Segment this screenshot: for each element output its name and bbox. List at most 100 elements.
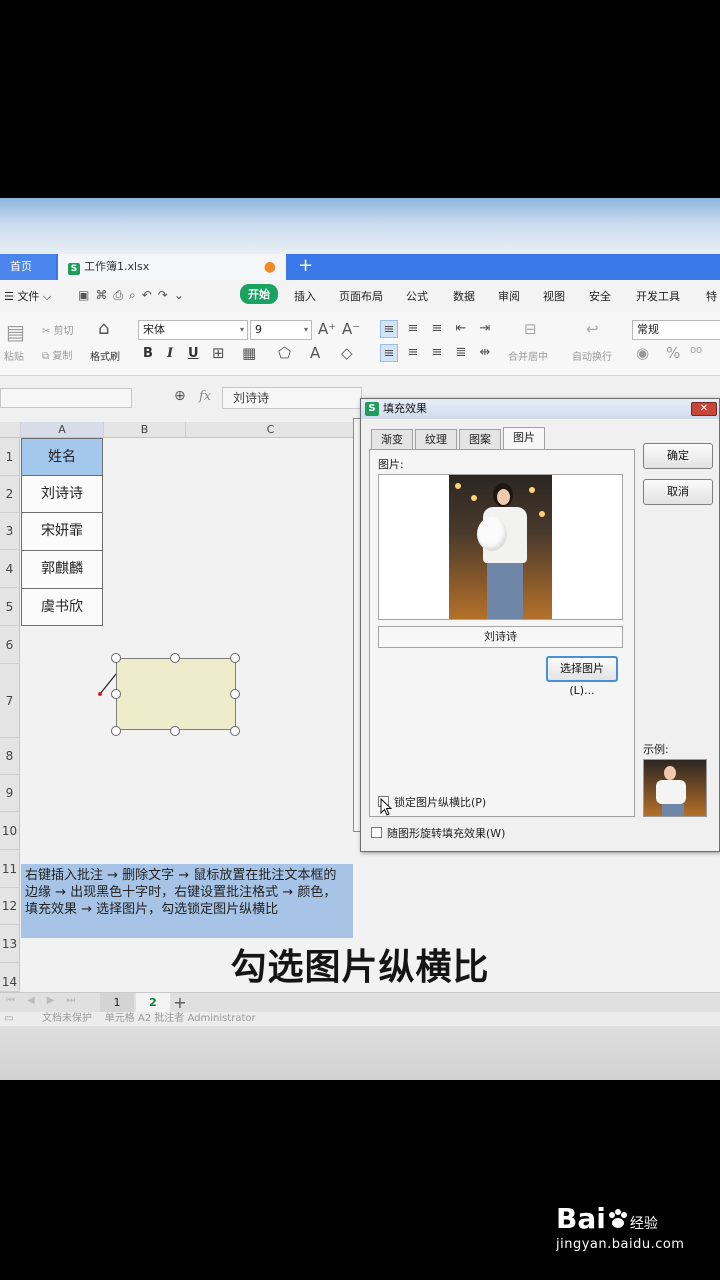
customize-icon[interactable]: ⌄ xyxy=(174,288,190,302)
fill-color-icon[interactable]: ▦ xyxy=(242,344,256,362)
increase-font-icon[interactable]: A⁺ xyxy=(318,320,336,338)
row-header-4[interactable]: 4 xyxy=(0,550,20,588)
align-bottom-button[interactable]: ≡ xyxy=(428,320,446,338)
resize-handle-w[interactable] xyxy=(111,689,121,699)
distribute-button[interactable]: ⇹ xyxy=(476,344,494,362)
row-header-3[interactable]: 3 xyxy=(0,513,20,550)
font-size-select[interactable]: 9 ▾ xyxy=(250,320,312,340)
shape-icon[interactable]: ⬠ xyxy=(278,344,291,362)
rotate-with-shape-checkbox[interactable] xyxy=(371,827,382,838)
menu-item-data[interactable]: 数据 xyxy=(453,288,475,304)
select-picture-button[interactable]: 选择图片(L)... xyxy=(546,656,618,697)
row-header-2[interactable]: 2 xyxy=(0,476,20,513)
underline-button[interactable]: U xyxy=(188,346,199,361)
menu-item-security[interactable]: 安全 xyxy=(589,288,611,304)
border-icon[interactable]: ⊞ xyxy=(212,344,225,362)
align-middle-button[interactable]: ≡ xyxy=(404,320,422,338)
format-painter-icon[interactable]: ⌂ xyxy=(98,318,109,339)
close-icon[interactable]: ✕ xyxy=(691,402,717,416)
menu-item-more[interactable]: 特 xyxy=(706,288,717,304)
cut-button[interactable]: ✂ 剪切 xyxy=(42,322,74,337)
redo-icon[interactable]: ↷ xyxy=(158,288,174,302)
tab-pattern[interactable]: 图案 xyxy=(459,429,501,449)
justify-button[interactable]: ≣ xyxy=(452,344,470,362)
ok-button[interactable]: 确定 xyxy=(643,443,713,469)
format-icon[interactable]: ⌘ xyxy=(95,288,113,302)
select-all-corner[interactable] xyxy=(0,422,21,438)
resize-handle-s[interactable] xyxy=(170,726,180,736)
comment-box[interactable] xyxy=(116,658,236,730)
bold-button[interactable]: B xyxy=(143,346,153,361)
undo-icon[interactable]: ↶ xyxy=(142,288,158,302)
font-name-select[interactable]: 宋体 ▾ xyxy=(138,320,248,340)
percent-icon[interactable]: % xyxy=(666,344,680,362)
cancel-button[interactable]: 取消 xyxy=(643,479,713,505)
thousands-icon[interactable]: ⁰⁰ xyxy=(690,344,702,362)
row-header-6[interactable]: 6 xyxy=(0,626,20,664)
cell-a3[interactable]: 宋妍霏 xyxy=(21,512,103,551)
row-header-7[interactable]: 7 xyxy=(0,664,20,738)
row-header-11[interactable]: 11 xyxy=(0,850,20,888)
row-header-12[interactable]: 12 xyxy=(0,888,20,925)
cell-a7-note[interactable]: 右键插入批注 → 删除文字 → 鼠标放置在批注文本框的边缘 → 出现黑色十字时，… xyxy=(21,864,353,938)
file-menu[interactable]: ☰ 文件 ⌵ xyxy=(4,288,51,304)
resize-handle-ne[interactable] xyxy=(230,653,240,663)
menu-item-start[interactable]: 开始 xyxy=(240,284,278,304)
print-icon[interactable]: ⎙ xyxy=(113,288,129,302)
sheet-nav-icons[interactable]: ⏮◀▶⏭ xyxy=(6,995,87,1006)
print-preview-icon[interactable]: ⌕ xyxy=(129,288,142,302)
menu-item-page-layout[interactable]: 页面布局 xyxy=(339,288,383,304)
add-sheet-button[interactable]: + xyxy=(166,993,194,1013)
merge-center-button[interactable]: 合并居中 xyxy=(508,348,548,363)
row-header-9[interactable]: 9 xyxy=(0,775,20,812)
column-header-c[interactable]: C xyxy=(186,422,356,438)
menu-item-review[interactable]: 审阅 xyxy=(498,288,520,304)
menu-item-insert[interactable]: 插入 xyxy=(294,288,316,304)
save-icon[interactable]: ▣ xyxy=(78,288,95,302)
resize-handle-nw[interactable] xyxy=(111,653,121,663)
wrap-text-button[interactable]: 自动换行 xyxy=(572,348,612,363)
format-painter-label[interactable]: 格式刷 xyxy=(90,348,120,363)
zoom-icon[interactable]: ⊕ xyxy=(174,388,186,404)
resize-handle-n[interactable] xyxy=(170,653,180,663)
paste-icon[interactable]: ▤ xyxy=(6,320,25,344)
quick-access-toolbar[interactable]: ▣⌘⎙⌕↶↷⌄ xyxy=(78,288,190,303)
eraser-icon[interactable]: ◇ xyxy=(341,344,353,362)
row-header-10[interactable]: 10 xyxy=(0,812,20,850)
paste-label[interactable]: 粘贴 xyxy=(4,348,24,363)
column-header-b[interactable]: B xyxy=(104,422,186,438)
row-header-5[interactable]: 5 xyxy=(0,588,20,626)
cell-a4[interactable]: 郭麒麟 xyxy=(21,550,103,589)
resize-handle-se[interactable] xyxy=(230,726,240,736)
wrap-text-icon[interactable]: ↩ xyxy=(586,320,599,338)
align-left-button[interactable]: ≡ xyxy=(380,344,398,362)
align-right-button[interactable]: ≡ xyxy=(428,344,446,362)
cell-a5[interactable]: 虞书欣 xyxy=(21,588,103,626)
tab-picture[interactable]: 图片 xyxy=(503,427,545,449)
sheet-tab-2[interactable]: 2 xyxy=(136,993,170,1013)
resize-handle-sw[interactable] xyxy=(111,726,121,736)
lock-aspect-label[interactable]: 锁定图片纵横比(P) xyxy=(394,794,486,810)
rotate-with-shape-label[interactable]: 随图形旋转填充效果(W) xyxy=(387,825,505,841)
font-color-icon[interactable]: A xyxy=(310,344,320,362)
copy-button[interactable]: ⧉ 复制 xyxy=(42,347,72,362)
name-box[interactable] xyxy=(0,388,132,408)
formula-input[interactable]: 刘诗诗 xyxy=(222,387,362,409)
currency-icon[interactable]: ◉ xyxy=(636,344,649,362)
new-tab-button[interactable]: + xyxy=(298,254,313,278)
column-header-a[interactable]: A xyxy=(21,422,104,438)
tab-texture[interactable]: 纹理 xyxy=(415,429,457,449)
decrease-font-icon[interactable]: A⁻ xyxy=(342,320,360,338)
sheet-tab-1[interactable]: 1 xyxy=(100,993,134,1013)
row-header-1[interactable]: 1 xyxy=(0,438,20,476)
indent-increase-button[interactable]: ⇥ xyxy=(476,320,494,338)
indent-decrease-button[interactable]: ⇤ xyxy=(452,320,470,338)
menu-item-formulas[interactable]: 公式 xyxy=(406,288,428,304)
merge-icon[interactable]: ⊟ xyxy=(524,320,537,338)
italic-button[interactable]: I xyxy=(167,346,173,361)
menu-item-view[interactable]: 视图 xyxy=(543,288,565,304)
row-header-8[interactable]: 8 xyxy=(0,738,20,775)
number-format-select[interactable]: 常规 xyxy=(632,320,720,340)
cell-a2[interactable]: 刘诗诗 xyxy=(21,475,103,513)
cell-a1[interactable]: 姓名 xyxy=(21,438,103,476)
